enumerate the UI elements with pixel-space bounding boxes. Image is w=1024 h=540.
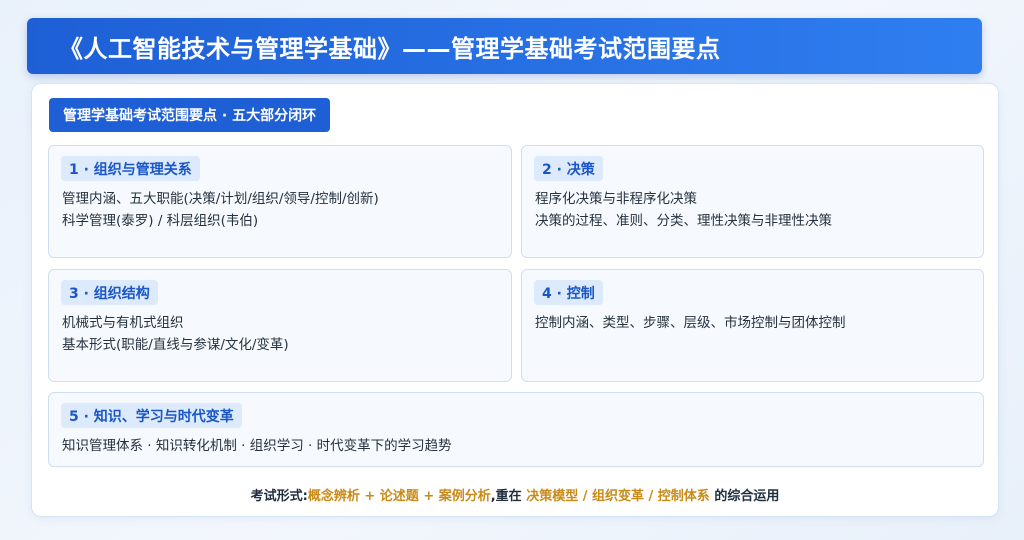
section-content: 程序化决策与非程序化决策 决策的过程、准则、分类、理性决策与非理性决策: [535, 188, 973, 232]
content-line: 管理内涵、五大职能(决策/计划/组织/领导/控制/创新): [62, 191, 379, 207]
focus-suffix: 的综合运用: [709, 489, 780, 504]
section-heading: 3 · 组织结构: [61, 280, 158, 305]
section-heading: 5 · 知识、学习与时代变革: [61, 403, 242, 428]
title-banner: 《人工智能技术与管理学基础》——管理学基础考试范围要点: [27, 18, 982, 74]
section-content: 控制内涵、类型、步骤、层级、市场控制与团体控制: [535, 312, 973, 334]
section-box-5: 5 · 知识、学习与时代变革 知识管理体系 · 知识转化机制 · 组织学习 · …: [48, 392, 984, 467]
section-box-2: 2 · 决策 程序化决策与非程序化决策 决策的过程、准则、分类、理性决策与非理性…: [521, 145, 984, 258]
content-line: 决策的过程、准则、分类、理性决策与非理性决策: [535, 213, 832, 229]
content-card: 管理学基础考试范围要点 · 五大部分闭环 1 · 组织与管理关系 管理内涵、五大…: [31, 83, 999, 517]
content-line: 程序化决策与非程序化决策: [535, 191, 697, 207]
content-line: 控制内涵、类型、步骤、层级、市场控制与团体控制: [535, 315, 846, 331]
content-line: 机械式与有机式组织: [62, 315, 184, 331]
section-content: 管理内涵、五大职能(决策/计划/组织/领导/控制/创新) 科学管理(泰罗) / …: [62, 188, 501, 232]
section-content: 机械式与有机式组织 基本形式(职能/直线与参谋/文化/变革): [62, 312, 501, 356]
section-heading: 1 · 组织与管理关系: [61, 156, 200, 181]
section-box-1: 1 · 组织与管理关系 管理内涵、五大职能(决策/计划/组织/领导/控制/创新)…: [48, 145, 512, 258]
focus-areas: 决策模型 / 组织变革 / 控制体系: [526, 489, 710, 504]
exam-forms: 概念辨析 + 论述题 + 案例分析: [307, 489, 491, 504]
section-content: 知识管理体系 · 知识转化机制 · 组织学习 · 时代变革下的学习趋势: [62, 435, 973, 457]
content-line: 科学管理(泰罗) / 科层组织(韦伯): [62, 213, 259, 229]
content-line: 知识管理体系 · 知识转化机制 · 组织学习 · 时代变革下的学习趋势: [62, 438, 452, 454]
content-line: 基本形式(职能/直线与参谋/文化/变革): [62, 337, 289, 353]
page-title: 《人工智能技术与管理学基础》——管理学基础考试范围要点: [59, 34, 721, 63]
section-box-3: 3 · 组织结构 机械式与有机式组织 基本形式(职能/直线与参谋/文化/变革): [48, 269, 512, 382]
section-heading: 2 · 决策: [534, 156, 603, 181]
exam-format-label: 考试形式:: [250, 489, 308, 504]
focus-prefix: ,重在: [490, 489, 527, 504]
section-heading: 4 · 控制: [534, 280, 603, 305]
exam-format-note: 考试形式:概念辨析 + 论述题 + 案例分析,重在 决策模型 / 组织变革 / …: [32, 485, 998, 504]
section-tag: 管理学基础考试范围要点 · 五大部分闭环: [49, 98, 331, 132]
section-box-4: 4 · 控制 控制内涵、类型、步骤、层级、市场控制与团体控制: [521, 269, 984, 382]
